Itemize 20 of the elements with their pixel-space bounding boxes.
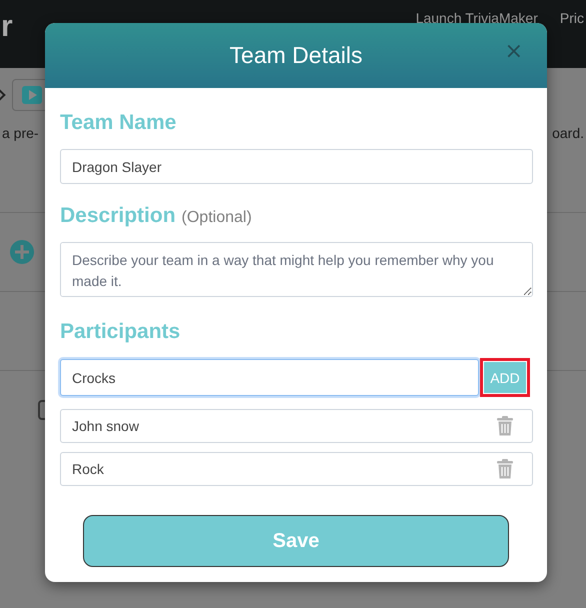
plus-icon[interactable]: [10, 240, 34, 264]
section-heading: Participants: [60, 319, 182, 345]
section-heading: Team Name: [60, 110, 178, 136]
page-text: oard.: [552, 124, 584, 143]
team-name-field[interactable]: Dragon Slayer: [60, 149, 533, 184]
section-heading: Description: [60, 203, 176, 229]
rounded-outline-icon: [38, 400, 46, 420]
optional-note: (Optional): [182, 209, 252, 227]
participant-field[interactable]: Crocks: [60, 359, 479, 396]
participant-name: John snow: [72, 418, 139, 434]
participant-name: Rock: [72, 461, 104, 477]
trash-icon[interactable]: [497, 459, 513, 479]
nav-link[interactable]: Launch TriviaMaker: [416, 10, 538, 26]
dialog-title: Team Details: [230, 42, 362, 69]
page-text: a pre-: [2, 124, 39, 143]
nav-link[interactable]: Pric: [560, 10, 584, 26]
trash-icon[interactable]: [497, 416, 513, 436]
description-field[interactable]: Describe your team in a way that might help you remember why you made it.: [60, 242, 533, 297]
logo-text: r: [1, 10, 13, 44]
play-icon: [21, 84, 43, 106]
